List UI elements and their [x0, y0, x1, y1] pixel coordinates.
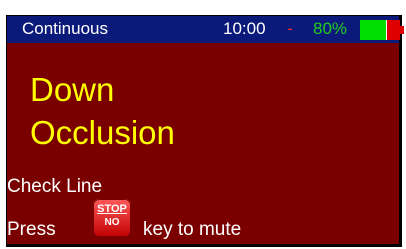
battery-empty-portion — [387, 20, 400, 40]
battery-fill — [360, 20, 386, 40]
status-bar: Continuous 10:00 - 80% — [7, 16, 404, 43]
alarm-title-line-1: Down — [30, 71, 115, 108]
battery-icon — [360, 20, 400, 40]
stop-key-label: STOP — [97, 203, 127, 215]
battery-tip — [400, 26, 404, 34]
check-line-message: Check Line — [7, 176, 103, 197]
alarm-title-line-2: Occlusion — [30, 114, 175, 151]
time-display: 10:00 — [223, 19, 266, 38]
infusion-mode-label: Continuous — [22, 19, 109, 38]
press-label: Press — [7, 219, 56, 240]
stop-no-key-icon[interactable]: STOP NO — [93, 199, 131, 237]
mute-instruction: key to mute — [143, 219, 242, 240]
no-key-label: NO — [104, 217, 120, 228]
status-separator: - — [287, 19, 293, 38]
battery-percent: 80% — [313, 19, 348, 38]
